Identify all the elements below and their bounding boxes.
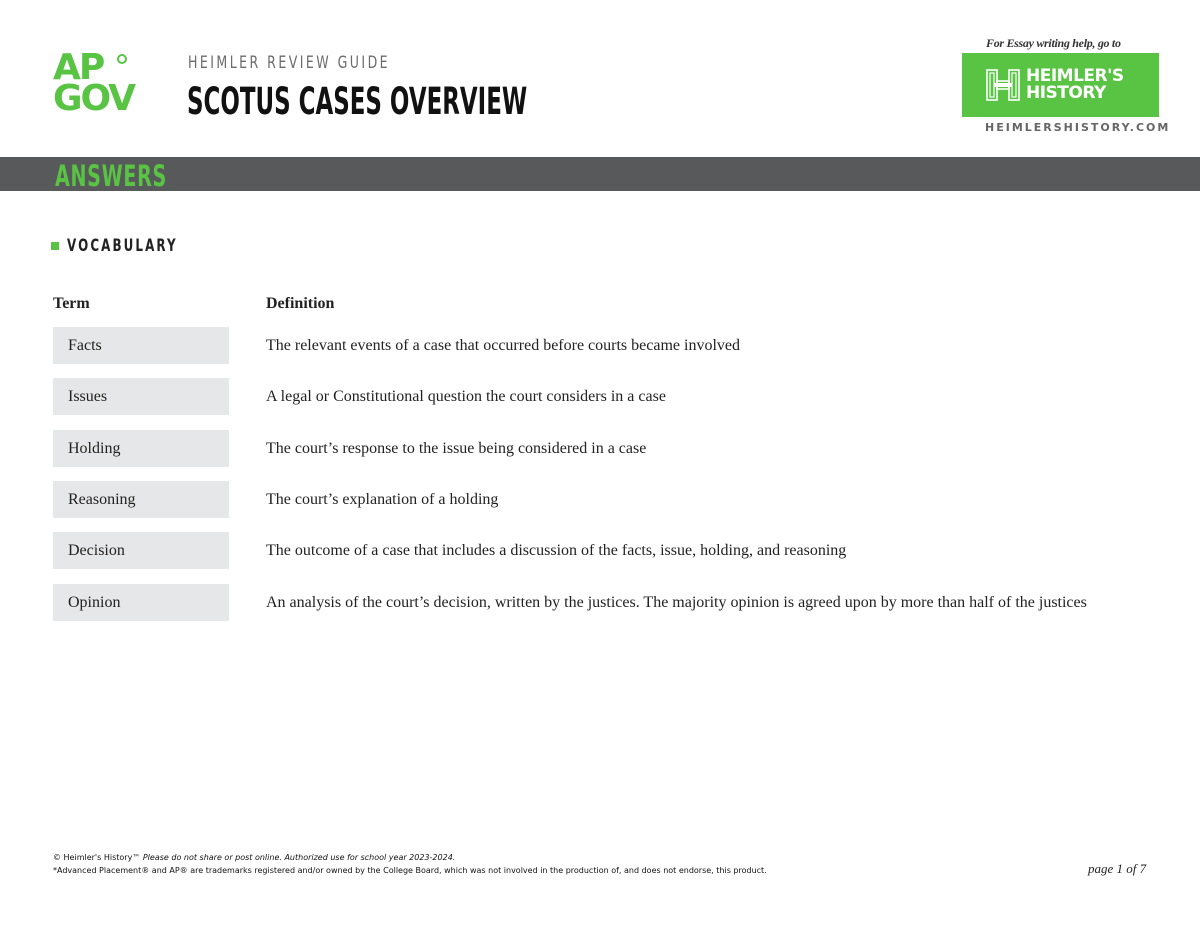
footer: © Heimler's History™ Please do not share… bbox=[53, 851, 767, 877]
definition-cell: The court’s response to the issue being … bbox=[266, 440, 647, 457]
square-bullet-icon bbox=[51, 242, 59, 250]
sharing-notice: Please do not share or post online. Auth… bbox=[142, 853, 456, 862]
term-column-header: Term bbox=[53, 295, 90, 312]
heimler-h-icon bbox=[986, 68, 1020, 102]
heimlers-history-logo[interactable]: HEIMLER'S HISTORY bbox=[962, 53, 1159, 117]
vocab-row: Opinion An analysis of the court’s decis… bbox=[53, 584, 1153, 621]
term-cell: Reasoning bbox=[53, 481, 229, 518]
trademark-notice: *Advanced Placement® and AP® are tradema… bbox=[53, 866, 767, 875]
vocab-row: Decision The outcome of a case that incl… bbox=[53, 532, 1153, 569]
definition-cell: The relevant events of a case that occur… bbox=[266, 337, 740, 354]
ap-logo-line1: AP bbox=[53, 47, 105, 88]
answers-label: ANSWERS bbox=[55, 159, 167, 193]
vocab-row: Issues A legal or Constitutional questio… bbox=[53, 378, 1153, 415]
definition-column-header: Definition bbox=[266, 295, 335, 312]
definition-cell: A legal or Constitutional question the c… bbox=[266, 388, 666, 405]
brand-name-line2: HISTORY bbox=[1026, 83, 1106, 103]
vocab-row: Facts The relevant events of a case that… bbox=[53, 327, 1153, 364]
essay-help-text: For Essay writing help, go to bbox=[986, 36, 1121, 50]
ap-gov-logo: AP GOV bbox=[53, 47, 153, 120]
section-heading: VOCABULARY bbox=[51, 236, 225, 256]
brand-url[interactable]: HEIMLERSHISTORY.COM bbox=[985, 121, 1170, 134]
footer-line1: © Heimler's History™ Please do not share… bbox=[53, 851, 767, 864]
definition-cell: An analysis of the court’s decision, wri… bbox=[266, 594, 1087, 611]
term-cell: Holding bbox=[53, 430, 229, 467]
page-title: SCOTUS CASES OVERVIEW bbox=[187, 80, 528, 123]
term-cell: Decision bbox=[53, 532, 229, 569]
registered-mark-icon bbox=[117, 54, 127, 64]
page-number: page 1 of 7 bbox=[1088, 861, 1147, 876]
guide-label: HEIMLER REVIEW GUIDE bbox=[188, 53, 391, 73]
brand-name: HEIMLER'S HISTORY bbox=[1026, 68, 1124, 102]
vocab-row: Reasoning The court’s explanation of a h… bbox=[53, 481, 1153, 518]
term-cell: Facts bbox=[53, 327, 229, 364]
definition-cell: The outcome of a case that includes a di… bbox=[266, 542, 847, 559]
term-cell: Opinion bbox=[53, 584, 229, 621]
definition-cell: The court’s explanation of a holding bbox=[266, 491, 499, 508]
answers-band: ANSWERS bbox=[0, 157, 1200, 193]
term-cell: Issues bbox=[53, 378, 229, 415]
copyright-text: © Heimler's History™ bbox=[53, 853, 141, 862]
vocab-row: Holding The court’s response to the issu… bbox=[53, 430, 1153, 467]
section-title: VOCABULARY bbox=[67, 236, 178, 256]
